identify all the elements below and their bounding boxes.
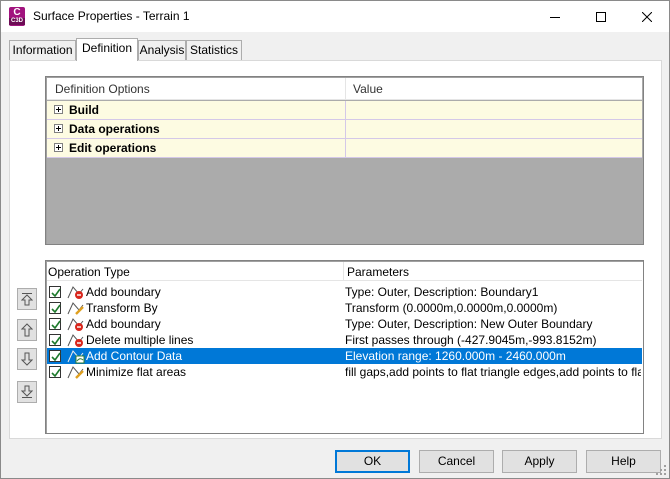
maximize-button[interactable] bbox=[578, 1, 624, 32]
operation-type: Add boundary bbox=[86, 285, 161, 299]
resize-grip-icon[interactable] bbox=[655, 464, 667, 476]
operation-type: Transform By bbox=[86, 301, 158, 315]
checkmark-icon bbox=[51, 352, 61, 362]
move-to-top-icon bbox=[21, 293, 33, 306]
operation-checkbox[interactable] bbox=[49, 334, 61, 346]
operation-row[interactable]: Delete multiple lines First passes throu… bbox=[47, 332, 642, 348]
move-to-bottom-button[interactable] bbox=[17, 381, 37, 403]
minimize-icon bbox=[550, 16, 560, 18]
close-button[interactable] bbox=[624, 1, 670, 32]
minimize-flat-icon bbox=[67, 366, 84, 379]
title-bar[interactable]: C C3D Surface Properties - Terrain 1 bbox=[1, 1, 669, 32]
operation-type: Add Contour Data bbox=[86, 349, 183, 363]
column-header-operation-type[interactable]: Operation Type bbox=[48, 265, 130, 279]
operation-row[interactable]: Transform By Transform (0.0000m,0.0000m,… bbox=[47, 300, 642, 316]
civil3d-app-icon: C C3D bbox=[9, 7, 25, 26]
window-title: Surface Properties - Terrain 1 bbox=[33, 9, 190, 23]
expand-icon[interactable] bbox=[54, 124, 63, 133]
tab-analysis[interactable]: Analysis bbox=[138, 40, 186, 60]
column-header-definition-options[interactable]: Definition Options bbox=[55, 82, 150, 96]
operation-params: First passes through (-427.9045m,-993.81… bbox=[345, 333, 597, 347]
move-to-bottom-icon bbox=[21, 385, 33, 398]
operations-list: Operation Type Parameters Add boundary T… bbox=[45, 260, 644, 434]
expand-icon[interactable] bbox=[54, 143, 63, 152]
operation-row[interactable]: Add boundary Type: Outer, Description: N… bbox=[47, 316, 642, 332]
move-to-top-button[interactable] bbox=[17, 288, 37, 310]
operation-params: fill gaps,add points to flat triangle ed… bbox=[345, 365, 641, 379]
operation-params: Type: Outer, Description: Boundary1 bbox=[345, 285, 539, 299]
operation-row[interactable]: Minimize flat areas fill gaps,add points… bbox=[47, 364, 642, 380]
expand-icon[interactable] bbox=[54, 105, 63, 114]
checkmark-icon bbox=[51, 368, 61, 378]
surface-properties-dialog: C C3D Surface Properties - Terrain 1 Inf… bbox=[0, 0, 670, 479]
definition-options-grid: Definition Options Value Build Data oper… bbox=[45, 76, 644, 245]
app-icon-version: C3D bbox=[9, 18, 25, 25]
maximize-icon bbox=[596, 11, 606, 22]
apply-button[interactable]: Apply bbox=[502, 450, 577, 473]
tab-information[interactable]: Information bbox=[9, 40, 76, 60]
contour-data-icon bbox=[67, 350, 85, 364]
help-button[interactable]: Help bbox=[586, 450, 661, 473]
column-header-value[interactable]: Value bbox=[353, 82, 383, 96]
checkmark-icon bbox=[51, 288, 61, 298]
operation-params: Transform (0.0000m,0.0000m,0.0000m) bbox=[345, 301, 558, 315]
operation-type: Add boundary bbox=[86, 317, 161, 331]
operation-params: Elevation range: 1260.000m - 2460.000m bbox=[345, 349, 566, 363]
operation-checkbox[interactable] bbox=[49, 318, 61, 330]
add-boundary-icon bbox=[67, 318, 84, 331]
operations-header: Operation Type Parameters bbox=[47, 262, 642, 281]
definition-row-edit-operations[interactable]: Edit operations bbox=[47, 139, 642, 158]
definition-tab-panel: Definition Options Value Build Data oper… bbox=[9, 60, 662, 439]
minimize-button[interactable] bbox=[532, 1, 578, 32]
operation-params: Type: Outer, Description: New Outer Boun… bbox=[345, 317, 593, 331]
move-down-button[interactable] bbox=[17, 348, 37, 370]
close-icon bbox=[642, 11, 652, 22]
column-header-parameters[interactable]: Parameters bbox=[347, 265, 409, 279]
definition-options-header: Definition Options Value bbox=[47, 78, 642, 100]
definition-row-label: Data operations bbox=[69, 122, 160, 136]
transform-icon bbox=[67, 302, 84, 315]
operation-checkbox[interactable] bbox=[49, 350, 61, 362]
move-down-icon bbox=[21, 352, 33, 366]
tab-statistics[interactable]: Statistics bbox=[186, 40, 242, 60]
ok-button[interactable]: OK bbox=[335, 450, 410, 473]
definition-row-label: Edit operations bbox=[69, 141, 157, 155]
definition-row-label: Build bbox=[69, 103, 99, 117]
operation-row[interactable]: Add boundary Type: Outer, Description: B… bbox=[47, 284, 642, 300]
app-icon-letter: C bbox=[13, 7, 21, 18]
operation-checkbox[interactable] bbox=[49, 302, 61, 314]
move-up-icon bbox=[21, 323, 33, 337]
operation-type: Minimize flat areas bbox=[86, 365, 187, 379]
checkmark-icon bbox=[51, 304, 61, 314]
operation-type: Delete multiple lines bbox=[86, 333, 194, 347]
operation-checkbox[interactable] bbox=[49, 286, 61, 298]
add-boundary-icon bbox=[67, 286, 84, 299]
cancel-button[interactable]: Cancel bbox=[419, 450, 494, 473]
checkmark-icon bbox=[51, 336, 61, 346]
delete-lines-icon bbox=[67, 334, 84, 347]
definition-row-data-operations[interactable]: Data operations bbox=[47, 120, 642, 139]
checkmark-icon bbox=[51, 320, 61, 330]
tab-definition[interactable]: Definition bbox=[76, 38, 138, 61]
operation-row-selected[interactable]: Add Contour Data Elevation range: 1260.0… bbox=[47, 348, 642, 364]
definition-row-build[interactable]: Build bbox=[47, 101, 642, 120]
operation-checkbox[interactable] bbox=[49, 366, 61, 378]
move-up-button[interactable] bbox=[17, 319, 37, 341]
